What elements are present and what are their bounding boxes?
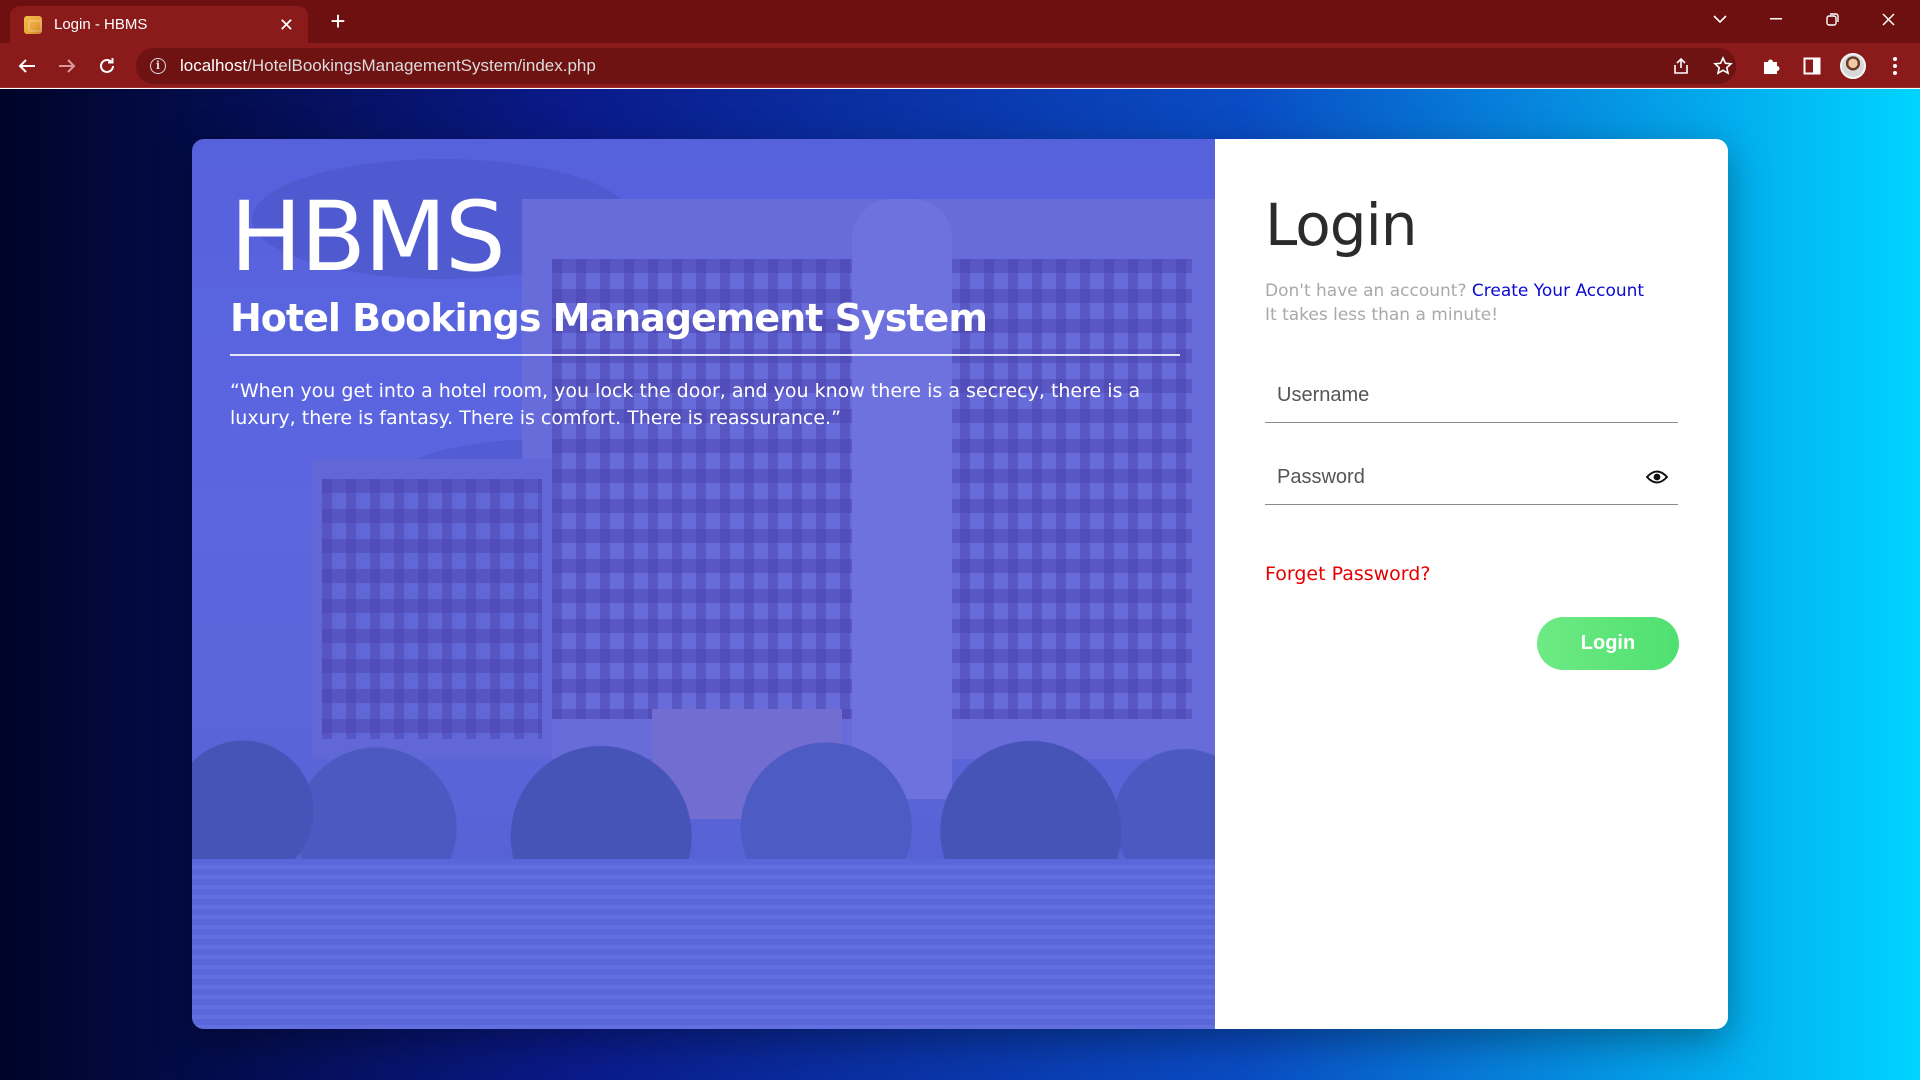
extensions-puzzle-icon[interactable] [1756, 51, 1786, 81]
share-icon[interactable] [1666, 51, 1696, 81]
hero-text-block: HBMS Hotel Bookings Management System “W… [230, 187, 1180, 432]
url-text: localhost/HotelBookingsManagementSystem/… [180, 56, 596, 75]
close-tab-icon[interactable]: ✕ [279, 16, 294, 34]
forward-arrow-icon[interactable] [52, 51, 82, 81]
browser-tab-strip: Login - HBMS ✕ + [0, 0, 1920, 43]
username-field [1265, 369, 1678, 423]
browser-tab[interactable]: Login - HBMS ✕ [10, 6, 308, 43]
tab-search-chevron-icon[interactable] [1692, 0, 1748, 38]
login-card: HBMS Hotel Bookings Management System “W… [192, 139, 1728, 1029]
no-account-text: Don't have an account? [1265, 281, 1467, 301]
browser-toolbar: i localhost/HotelBookingsManagementSyste… [0, 43, 1920, 88]
login-button[interactable]: Login [1537, 617, 1679, 670]
restore-window-icon[interactable] [1804, 0, 1860, 38]
bookmark-star-icon[interactable] [1708, 51, 1738, 81]
signup-hint: Don't have an account? Create Your Accou… [1265, 279, 1678, 327]
hero-title: HBMS [230, 181, 506, 293]
minimize-window-icon[interactable] [1748, 0, 1804, 38]
close-window-icon[interactable] [1860, 0, 1916, 38]
new-tab-button[interactable]: + [324, 7, 352, 35]
back-arrow-icon[interactable] [12, 51, 42, 81]
profile-avatar[interactable] [1838, 51, 1868, 81]
password-input[interactable] [1265, 451, 1678, 504]
reload-icon[interactable] [92, 51, 122, 81]
takes-less-text: It takes less than a minute! [1265, 305, 1499, 325]
hero-subtitle: Hotel Bookings Management System [230, 296, 1180, 356]
hero-quote: “When you get into a hotel room, you loc… [230, 379, 1141, 429]
menu-kebab-icon[interactable] [1880, 51, 1910, 81]
password-field [1265, 451, 1678, 505]
address-bar[interactable]: i localhost/HotelBookingsManagementSyste… [136, 48, 1736, 84]
forgot-password-link[interactable]: Forget Password? [1265, 563, 1430, 585]
login-title: Login [1265, 191, 1417, 259]
site-info-icon[interactable]: i [150, 58, 166, 74]
side-panel-icon[interactable] [1797, 51, 1827, 81]
hotel-hero-image: HBMS Hotel Bookings Management System “W… [192, 139, 1215, 1029]
tab-title: Login - HBMS [54, 16, 148, 33]
create-account-link[interactable]: Create Your Account [1472, 281, 1644, 301]
username-input[interactable] [1265, 369, 1678, 422]
login-panel: Login Don't have an account? Create Your… [1215, 139, 1728, 1029]
page-background: HBMS Hotel Bookings Management System “W… [0, 89, 1920, 1080]
hotel-favicon-icon [24, 15, 42, 34]
show-password-eye-icon[interactable] [1645, 469, 1669, 490]
